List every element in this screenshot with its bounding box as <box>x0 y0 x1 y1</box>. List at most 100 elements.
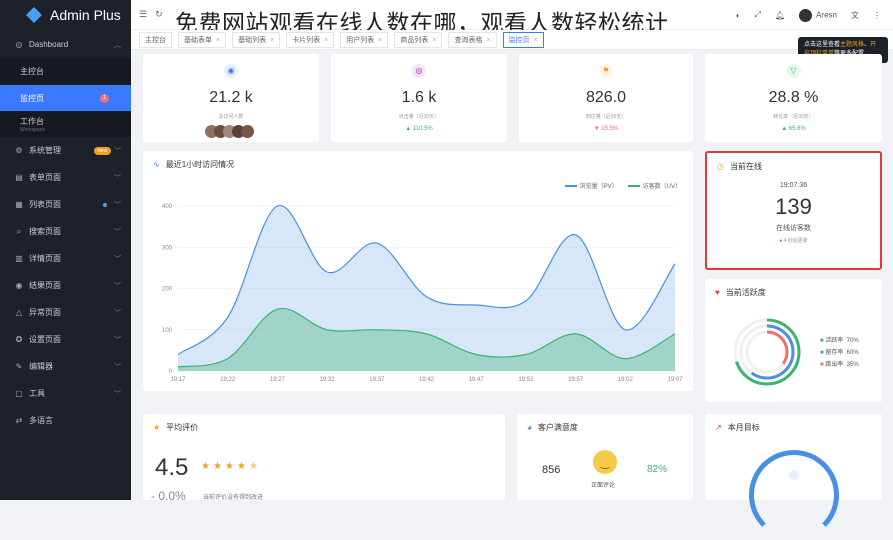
sidebar-item-detail[interactable]: ▥ 详情页面 ﹀ <box>0 245 131 272</box>
stat-trend: ▲ 65.8% <box>781 126 806 132</box>
tooltip-highlight: 主题风格 <box>840 42 865 48</box>
tab-label: 商品列表 <box>400 36 429 44</box>
chevron-down-icon: ﹀ <box>114 282 121 290</box>
close-icon[interactable]: × <box>324 37 328 44</box>
more-icon[interactable]: ⋮ <box>873 11 881 20</box>
theme-icon[interactable]: ◐ <box>736 11 741 20</box>
chevron-down-icon: ﹀ <box>114 147 121 155</box>
satisfaction-right: 82% <box>647 464 668 475</box>
brand[interactable]: Admin Plus <box>0 0 131 30</box>
activity-value: 60% <box>846 350 859 356</box>
sidebar-item-system[interactable]: ⚙ 系统管理 new ﹀ <box>0 137 131 164</box>
sidebar-item-list[interactable]: ▦ 列表页面 ﹀ <box>0 191 131 218</box>
tab-monitor[interactable]: 监控页 × <box>502 31 544 48</box>
stat-value: 1.6 k <box>401 89 437 106</box>
goal-icon <box>789 470 799 480</box>
tab-basic-list[interactable]: 基础列表 × <box>232 31 281 48</box>
goal-card: ↗ 本月目标 <box>705 414 882 540</box>
sidebar-item-form[interactable]: ▤ 表单页面 ﹀ <box>0 164 131 191</box>
sidebar-item-exception[interactable]: △ 异常页面 ﹀ <box>0 299 131 326</box>
sidebar-item-label: 主控台 <box>20 67 44 76</box>
translate-icon[interactable]: 文 <box>851 10 859 21</box>
close-icon[interactable]: × <box>534 37 538 44</box>
x-tick-label: 19:37 <box>369 377 385 383</box>
menu-fold-icon[interactable]: ☰ <box>139 9 147 20</box>
tab-card-list[interactable]: 卡片列表 × <box>286 31 335 48</box>
activity-legend: ■ 活跃率 70% ■ 留存率 60% ■ 跳出率 35% <box>820 335 859 371</box>
stat-label: 到达量（近30天） <box>585 114 627 120</box>
sidebar-item-search[interactable]: ⌕ 搜索页面 ﹀ <box>0 218 131 245</box>
y-tick-label: 200 <box>162 287 173 293</box>
avatar-group <box>204 125 258 138</box>
close-icon[interactable]: × <box>432 37 436 44</box>
stat-card-visitors: ◉ 21.2 k 总访问人数 <box>143 54 319 142</box>
x-tick-label: 19:07 <box>667 377 683 383</box>
y-tick-label: 300 <box>162 245 173 251</box>
user-menu[interactable]: Aresn <box>799 8 837 22</box>
chevron-up-icon: ︿ <box>114 41 121 49</box>
card-title: 本月目标 <box>727 423 760 432</box>
sidebar-item-label: 设置页面 <box>29 335 61 344</box>
sidebar-item-settings[interactable]: ✪ 设置页面 ﹀ <box>0 326 131 353</box>
sidebar-item-label: 多语言 <box>29 416 53 425</box>
activity-item: ■ 活跃率 70% <box>820 338 859 344</box>
sidebar-item-editor[interactable]: ✎ 编辑器 ﹀ <box>0 353 131 380</box>
activity-rings <box>733 318 801 386</box>
rating-card: ★ 平均评价 4.5 ★★★★★ - 0.0% 当前评价没有得到改进 <box>143 414 505 503</box>
sidebar-item-label: 结果页面 <box>29 281 61 290</box>
trend-value: 110.5% <box>412 126 433 132</box>
sidebar-item-monitor[interactable]: 监控页 1 <box>0 85 131 111</box>
activity-label: 跳出率 <box>825 362 844 368</box>
close-icon[interactable]: × <box>270 37 274 44</box>
stat-card-conversion: ▽ 28.8 % 转化率（近30天） ▲ 65.8% <box>705 54 882 142</box>
sidebar-item-console[interactable]: 主控台 <box>0 58 131 85</box>
trend-value: 0.0% <box>158 489 186 503</box>
online-body: 19:07:36 139 在线访客数 ● 4 秒后更新 <box>707 182 880 244</box>
bell-icon[interactable]: 🔔︎ <box>775 11 785 20</box>
online-count: 139 <box>775 194 812 219</box>
activity-item: ■ 跳出率 35% <box>820 362 859 368</box>
sidebar-item-label: 异常页面 <box>29 308 61 317</box>
card-header: ↗ 本月目标 <box>705 414 882 441</box>
target-icon: ◎ <box>412 64 426 78</box>
document-icon: ▥ <box>15 254 23 263</box>
close-icon[interactable]: × <box>378 37 382 44</box>
eye-icon: ◉ <box>224 64 238 78</box>
stat-label: 总访问人数 <box>218 114 244 120</box>
sidebar-item-workspace[interactable]: 工作台 Workspace <box>0 111 131 137</box>
tab-label: 基础列表 <box>238 36 267 44</box>
tab-label: 用户列表 <box>346 36 375 44</box>
tab-basic-form[interactable]: 基础表单 × <box>178 31 227 48</box>
x-tick-label: 19:52 <box>518 377 534 383</box>
tooltip-text: 点击这里查看 <box>804 42 841 48</box>
app-name: Admin Plus <box>50 7 121 23</box>
card-title: 平均评价 <box>166 423 199 432</box>
new-badge: new <box>93 146 111 155</box>
sidebar-item-label: Dashboard <box>29 40 69 49</box>
warning-icon: △ <box>15 308 23 317</box>
sidebar-item-i18n[interactable]: ⇄ 多语言 <box>0 407 131 434</box>
fullscreen-icon[interactable]: ⤢ <box>755 10 761 20</box>
sidebar-item-result[interactable]: ◉ 结果页面 ﹀ <box>0 272 131 299</box>
sidebar-item-label: 监控页 <box>20 93 44 103</box>
rating-trend: - 0.0% <box>151 489 186 503</box>
tab-query-table[interactable]: 查询表格 × <box>448 31 497 48</box>
close-icon[interactable]: × <box>216 37 220 44</box>
table-icon: ▦ <box>15 200 23 209</box>
close-icon[interactable]: × <box>486 37 490 44</box>
activity-label: 留存率 <box>825 350 844 356</box>
tab-console[interactable]: 主控台 <box>139 31 172 48</box>
activity-card: ♥ 当前活跃度 ■ 活跃率 70% ■ 留存率 60% ■ 跳出率 35% <box>705 279 882 402</box>
tab-product-list[interactable]: 商品列表 × <box>394 31 443 48</box>
avatar <box>240 125 254 138</box>
sidebar-item-dashboard[interactable]: ◎ Dashboard ︿ <box>0 31 131 58</box>
chevron-down-icon: ﹀ <box>114 309 121 317</box>
trend-value: 65.8% <box>788 126 806 132</box>
tab-user-list[interactable]: 用户列表 × <box>340 31 389 48</box>
y-tick-label: 0 <box>169 369 173 375</box>
sidebar: Admin Plus ◎ Dashboard ︿ 主控台 监控页 1 工作台 W… <box>0 0 131 500</box>
refresh-icon[interactable]: ↻ <box>155 9 163 20</box>
sidebar-item-tools[interactable]: ▢ 工具 ﹀ <box>0 380 131 407</box>
chevron-down-icon: ﹀ <box>114 228 121 236</box>
online-footer: ● 4 秒后更新 <box>779 238 808 244</box>
